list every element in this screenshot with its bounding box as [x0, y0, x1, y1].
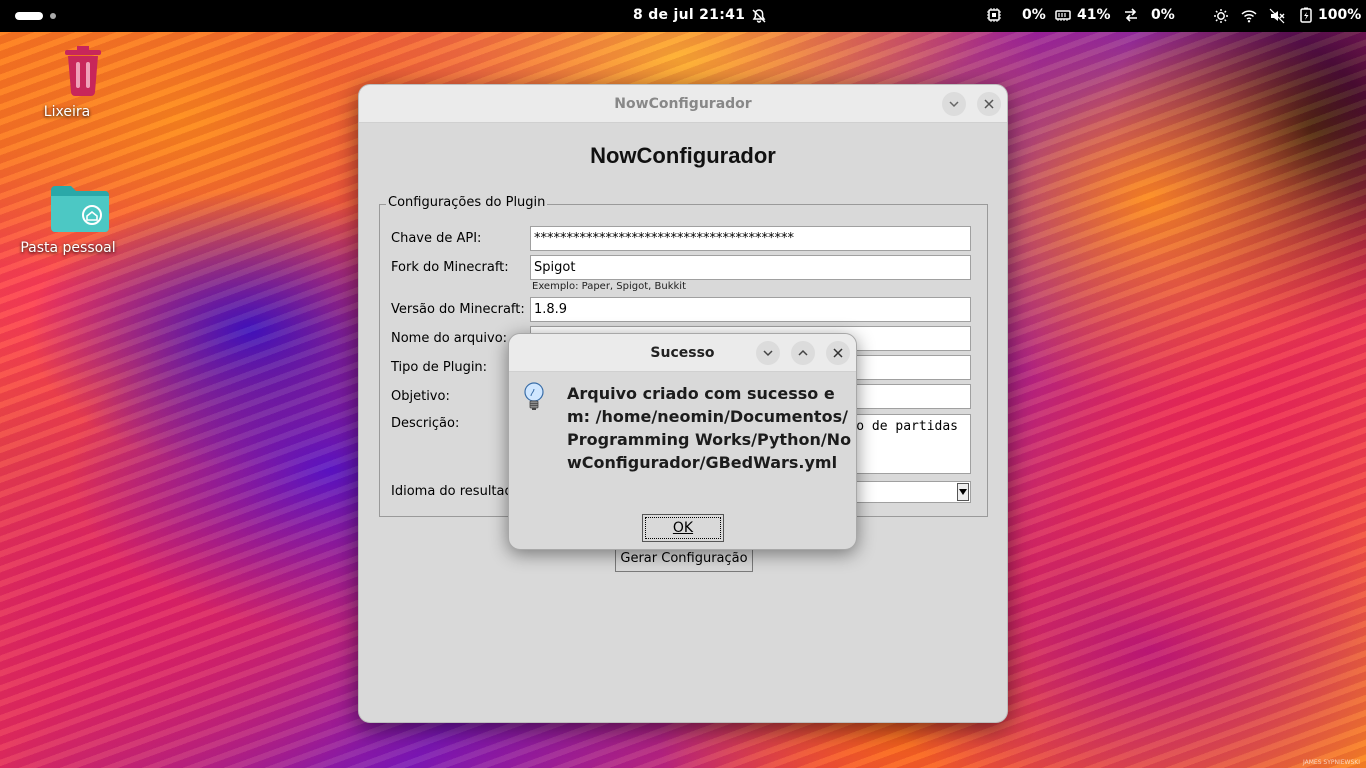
fork-input[interactable]: Spigot [530, 255, 971, 280]
workspace-indicator-active[interactable] [15, 12, 43, 20]
dialog-close-button[interactable] [826, 341, 850, 365]
network-indicator[interactable]: 0% [1123, 7, 1175, 23]
objective-label: Objetivo: [391, 389, 450, 404]
cpu-icon [987, 8, 1001, 22]
chevron-up-icon [798, 349, 808, 356]
desktop-home-folder[interactable]: Pasta pessoal [13, 184, 123, 256]
network-value: 0% [1151, 7, 1175, 23]
chevron-down-icon [763, 350, 773, 357]
description-label: Descrição: [391, 416, 460, 431]
fork-label: Fork do Minecraft: [391, 260, 509, 275]
battery-charging-icon [1300, 7, 1312, 23]
network-transfer-icon [1125, 8, 1137, 22]
version-label: Versão do Minecraft: [391, 302, 525, 317]
wallpaper-credit: JAMES SYPNIEWSKI [1302, 759, 1360, 766]
wifi-icon[interactable] [1241, 8, 1257, 24]
cpu-indicator[interactable]: 0% [986, 7, 1046, 23]
brightness-icon[interactable] [1213, 8, 1229, 24]
dialog-minimize-button[interactable] [756, 341, 780, 365]
home-folder-icon [51, 186, 109, 232]
trash-label: Lixeira [43, 104, 91, 120]
chevron-down-icon [949, 101, 959, 108]
dialog-titlebar[interactable]: Sucesso [509, 334, 856, 372]
clock[interactable]: 8 de jul 21:41 [633, 7, 745, 23]
version-input[interactable]: 1.8.9 [530, 297, 971, 322]
success-dialog: Sucesso Arquivo criado com sucesso em: /… [508, 333, 857, 550]
battery-value: 100% [1318, 7, 1362, 23]
dialog-maximize-button[interactable] [791, 341, 815, 365]
plugin-type-label: Tipo de Plugin: [391, 360, 488, 375]
ok-button[interactable]: OK [642, 514, 724, 542]
close-button[interactable] [977, 92, 1001, 116]
group-title: Configurações do Plugin [386, 195, 548, 210]
memory-indicator[interactable]: 41% [1055, 7, 1111, 23]
api-key-label: Chave de API: [391, 231, 482, 246]
notifications-muted-icon[interactable] [751, 8, 767, 24]
close-icon [833, 348, 843, 358]
filename-label: Nome do arquivo: [391, 331, 508, 346]
description-text: o de partidas [856, 419, 958, 434]
minimize-button[interactable] [942, 92, 966, 116]
dropdown-arrow-icon[interactable] [957, 483, 969, 501]
language-label: Idioma do resultad [391, 484, 513, 499]
fork-hint: Exemplo: Paper, Spigot, Bukkit [532, 281, 686, 292]
memory-value: 41% [1077, 7, 1111, 23]
home-folder-label: Pasta pessoal [20, 240, 116, 256]
cpu-value: 0% [1022, 7, 1046, 23]
volume-muted-icon[interactable] [1269, 8, 1285, 24]
app-heading: NowConfigurador [590, 143, 776, 168]
dialog-message: Arquivo criado com sucesso em: /home/neo… [567, 384, 852, 472]
memory-icon [1055, 10, 1071, 21]
close-icon [984, 99, 994, 109]
info-lightbulb-icon [524, 382, 544, 410]
api-key-input[interactable]: **************************************** [530, 226, 971, 251]
top-bar: 8 de jul 21:41 0% 41% 0% 100% [0, 0, 1366, 32]
battery-indicator[interactable]: 100% [1298, 7, 1361, 23]
trash-icon [64, 46, 101, 96]
main-window-title: NowConfigurador [614, 96, 752, 112]
desktop-trash[interactable]: Lixeira [12, 42, 122, 120]
workspace-indicator[interactable] [50, 13, 56, 19]
main-window-titlebar[interactable]: NowConfigurador [359, 85, 1007, 123]
